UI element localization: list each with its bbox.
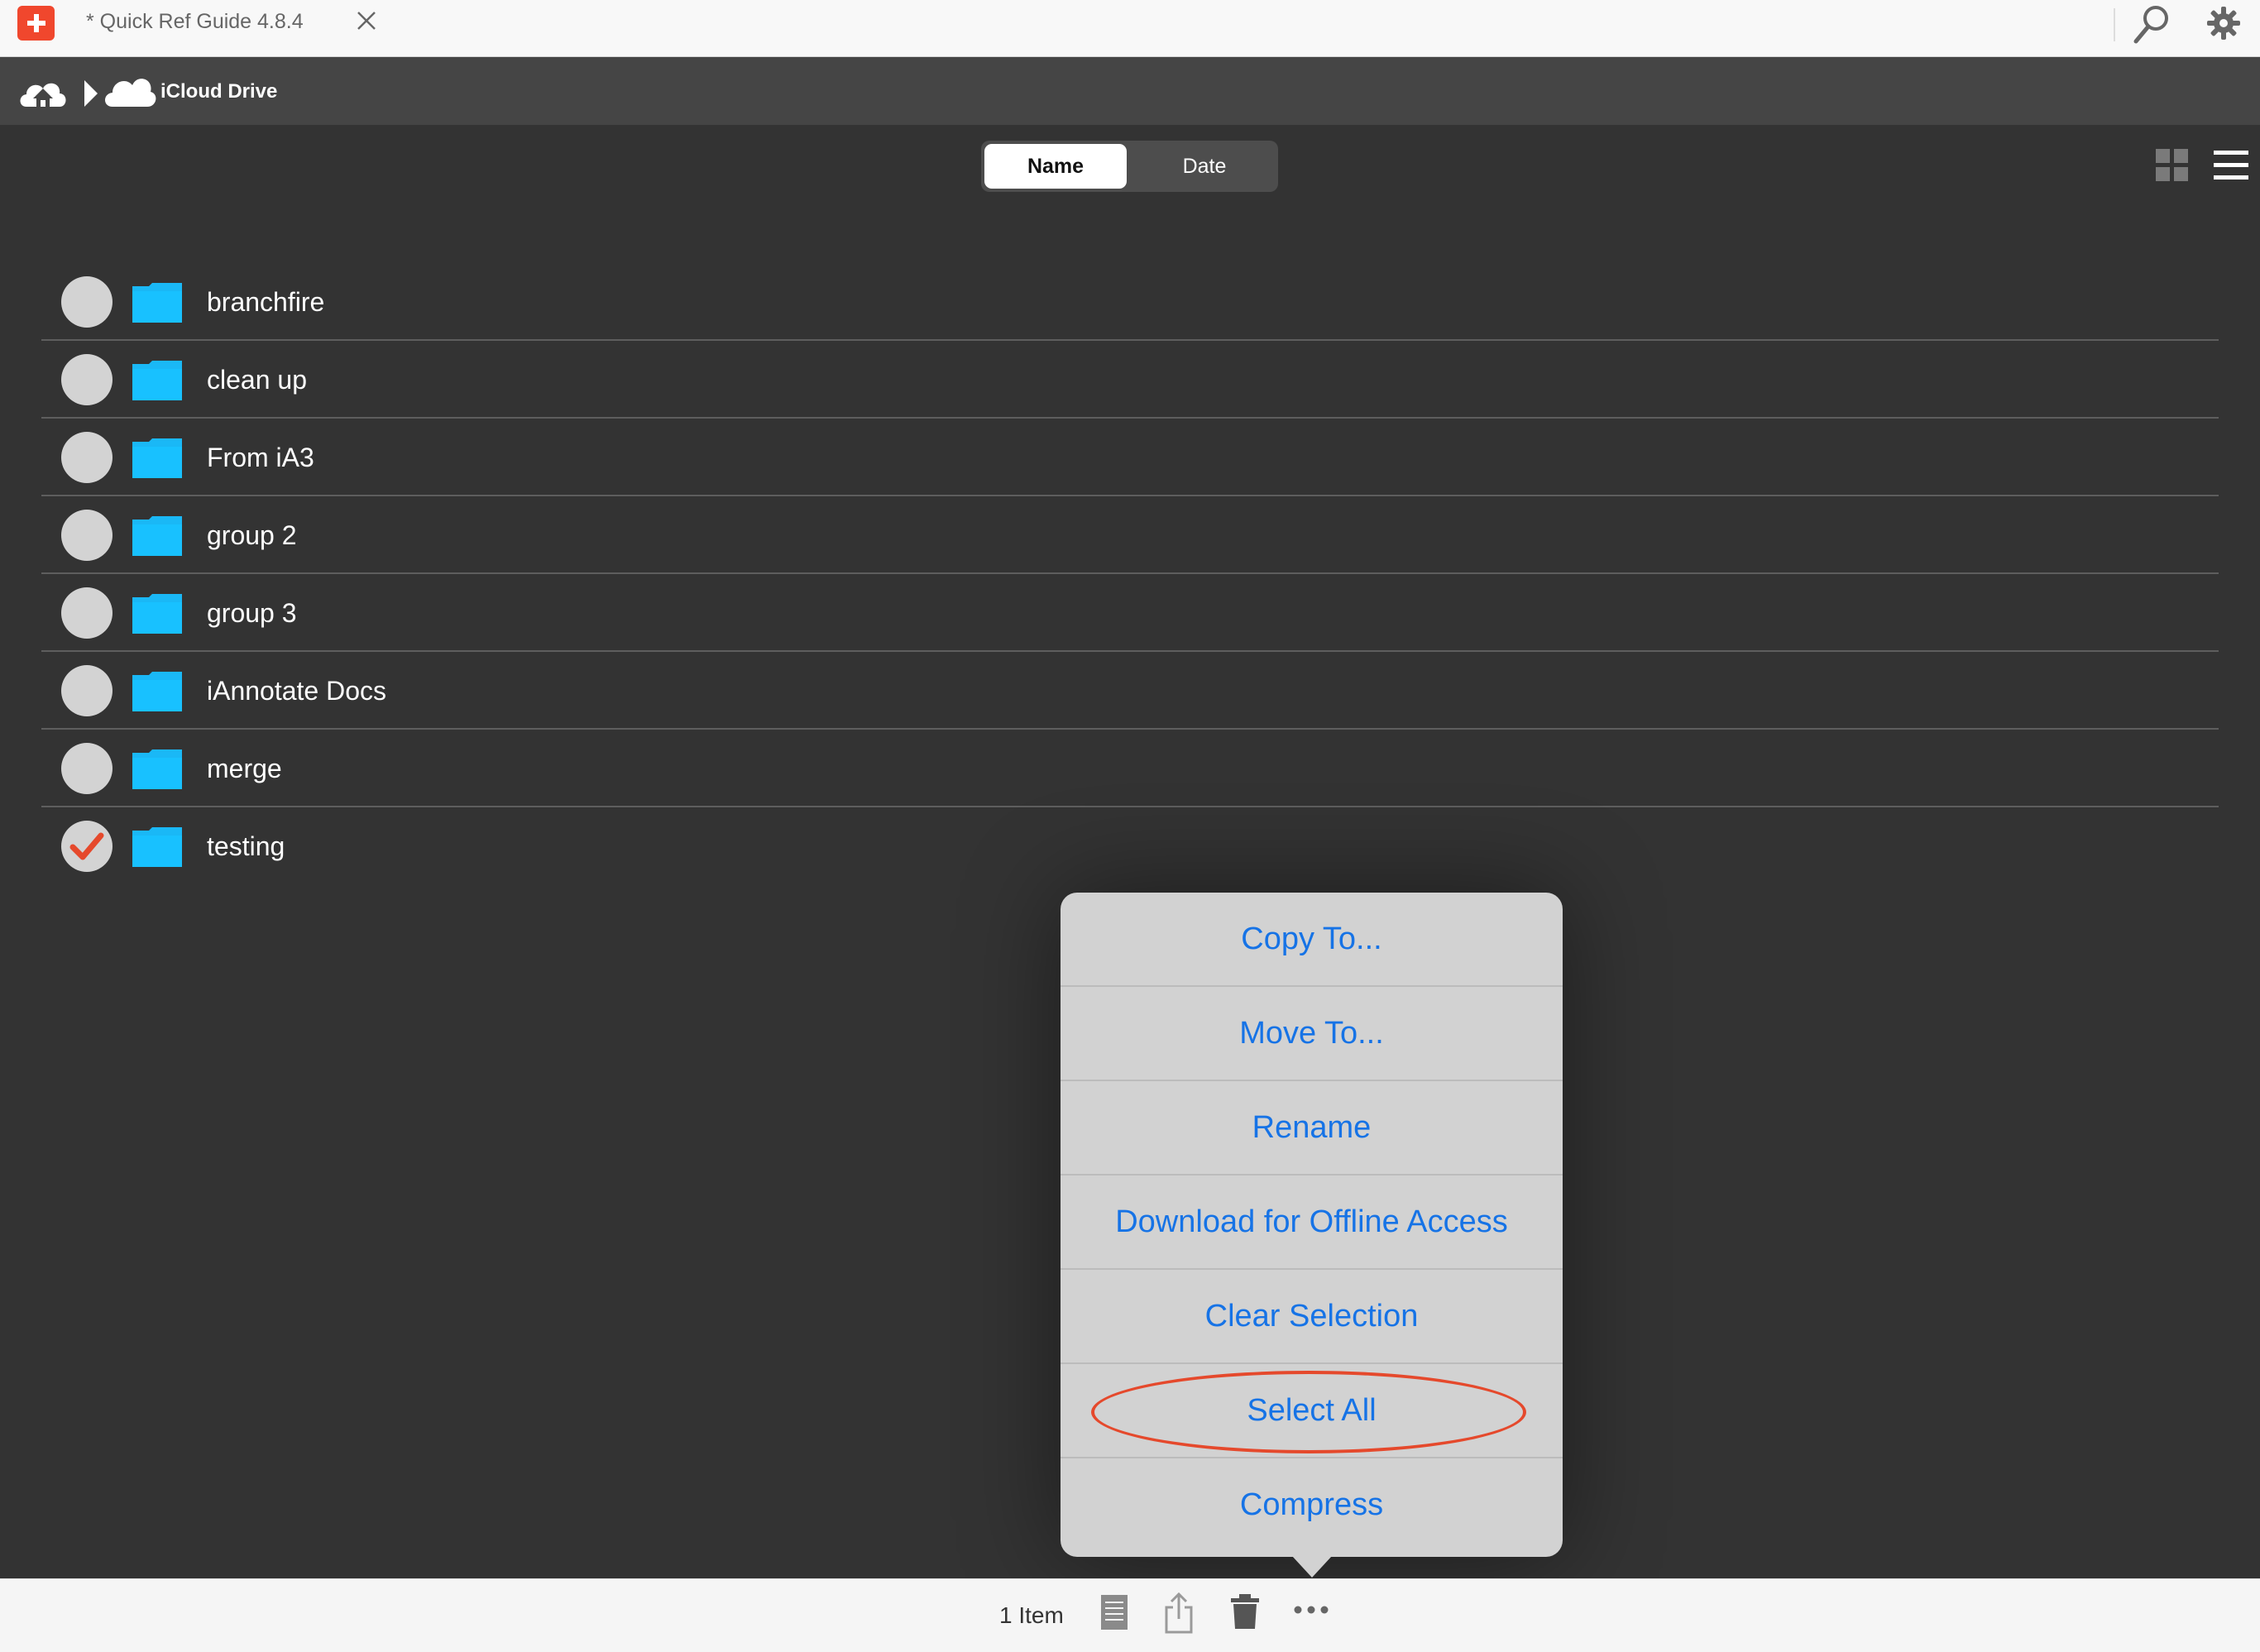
clear-selection-menu-item[interactable]: Clear Selection (1061, 1270, 1563, 1364)
sort-by-date-button[interactable]: Date (1133, 144, 1276, 189)
popover-arrow (1292, 1556, 1332, 1578)
breadcrumb-current[interactable]: iCloud Drive (160, 80, 277, 103)
folder-icon (132, 438, 182, 478)
icloud-icon[interactable] (103, 70, 157, 110)
file-row[interactable]: group 3 (41, 574, 2219, 652)
file-row[interactable]: testing (41, 807, 2219, 885)
grid-view-icon[interactable] (2156, 149, 2189, 182)
document-tab-title[interactable]: * Quick Ref Guide 4.8.4 (86, 10, 304, 34)
folder-icon (132, 672, 182, 711)
rename-menu-item[interactable]: Rename (1061, 1081, 1563, 1176)
file-name: From iA3 (207, 443, 314, 472)
select-toggle[interactable] (61, 743, 113, 794)
bottom-toolbar: 1 Item (0, 1578, 2260, 1652)
search-icon[interactable] (2131, 3, 2171, 46)
copy-to-menu-item[interactable]: Copy To... (1061, 893, 1563, 987)
document-icon[interactable] (1100, 1594, 1128, 1630)
selection-count: 1 Item (999, 1602, 1064, 1628)
breadcrumb-separator-icon (84, 80, 98, 107)
compress-menu-item[interactable]: Compress (1061, 1458, 1563, 1553)
folder-icon (132, 516, 182, 556)
file-row[interactable]: From iA3 (41, 419, 2219, 496)
file-name: merge (207, 754, 282, 783)
file-row[interactable]: iAnnotate Docs (41, 652, 2219, 730)
file-row[interactable]: merge (41, 730, 2219, 807)
actions-popover: Copy To... Move To... Rename Download fo… (1061, 893, 1563, 1557)
select-toggle[interactable] (61, 276, 113, 328)
folder-icon (132, 749, 182, 789)
file-row[interactable]: branchfire (41, 263, 2219, 341)
folder-icon (132, 594, 182, 634)
select-toggle[interactable] (61, 432, 113, 483)
select-toggle[interactable] (61, 354, 113, 405)
file-list: branchfire clean up From iA3 group 2 gro… (41, 263, 2219, 885)
folder-icon (132, 361, 182, 400)
check-icon (69, 832, 104, 860)
file-name: group 2 (207, 520, 297, 550)
trash-icon[interactable] (1231, 1594, 1259, 1629)
highlight-annotation (1091, 1371, 1526, 1453)
sort-by-name-button[interactable]: Name (984, 144, 1127, 189)
file-name: group 3 (207, 598, 297, 628)
path-bar: iCloud Drive (0, 57, 2260, 125)
download-offline-menu-item[interactable]: Download for Offline Access (1061, 1176, 1563, 1270)
toolbar-divider (2114, 8, 2115, 41)
file-name: testing (207, 831, 285, 861)
folder-icon (132, 283, 182, 323)
sort-segmented-control: Name Date (981, 141, 1278, 192)
close-icon[interactable] (354, 8, 379, 33)
file-name: clean up (207, 365, 307, 395)
home-cloud-icon[interactable] (17, 75, 69, 110)
share-icon[interactable] (1163, 1591, 1195, 1634)
more-icon[interactable] (1292, 1597, 1330, 1622)
file-row[interactable]: clean up (41, 341, 2219, 419)
tab-bar: * Quick Ref Guide 4.8.4 (0, 0, 2260, 57)
select-toggle[interactable] (61, 587, 113, 639)
move-to-menu-item[interactable]: Move To... (1061, 987, 1563, 1081)
folder-icon (132, 827, 182, 867)
app-logo-icon[interactable] (17, 6, 55, 41)
file-name: iAnnotate Docs (207, 676, 387, 706)
gear-icon[interactable] (2205, 5, 2242, 41)
select-toggle[interactable] (61, 510, 113, 561)
select-all-menu-item[interactable]: Select All (1061, 1364, 1563, 1458)
select-toggle-checked[interactable] (61, 821, 113, 872)
select-toggle[interactable] (61, 665, 113, 716)
file-name: branchfire (207, 287, 325, 317)
list-view-icon[interactable] (2214, 149, 2248, 182)
file-row[interactable]: group 2 (41, 496, 2219, 574)
